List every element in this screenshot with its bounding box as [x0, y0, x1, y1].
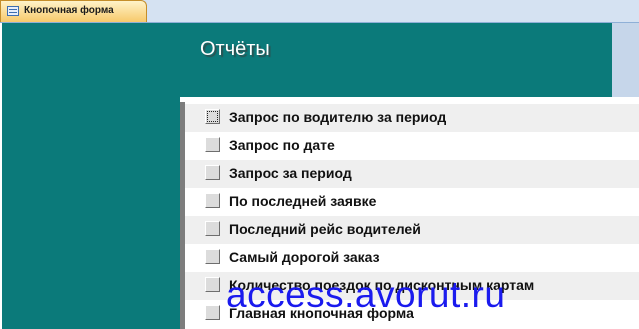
menu-item-label[interactable]: Последний рейс водителей: [229, 221, 421, 237]
watermark: access.avorut.ru: [226, 274, 506, 315]
menu-item-button[interactable]: [205, 109, 220, 124]
form-title: Отчёты: [200, 38, 270, 60]
menu-item-button[interactable]: [205, 249, 220, 264]
menu-item-label[interactable]: Самый дорогой заказ: [229, 249, 380, 265]
menu-item-last-request[interactable]: По последней заявке: [185, 188, 639, 216]
form-tab[interactable]: Кнопочная форма: [0, 0, 147, 22]
document-tab-strip: Кнопочная форма: [0, 0, 639, 23]
menu-item-label[interactable]: Запрос по водителю за период: [229, 109, 446, 125]
menu-item-driver-period[interactable]: Запрос по водителю за период: [185, 104, 639, 132]
menu-item-period[interactable]: Запрос за период: [185, 160, 639, 188]
menu-item-button[interactable]: [205, 305, 220, 320]
form-tab-label: Кнопочная форма: [24, 5, 114, 16]
menu-item-by-date[interactable]: Запрос по дате: [185, 132, 639, 160]
menu-item-button[interactable]: [205, 193, 220, 208]
menu-item-most-expensive[interactable]: Самый дорогой заказ: [185, 244, 639, 272]
header-edge: [612, 23, 639, 97]
menu-item-last-trip[interactable]: Последний рейс водителей: [185, 216, 639, 244]
form-icon: [7, 6, 19, 16]
menu-item-label[interactable]: Запрос за период: [229, 165, 352, 181]
menu-item-label[interactable]: Запрос по дате: [229, 137, 335, 153]
menu-item-button[interactable]: [205, 137, 220, 152]
form-header: [2, 23, 612, 97]
menu-item-button[interactable]: [205, 277, 220, 292]
left-panel: [2, 97, 180, 329]
menu-item-button[interactable]: [205, 221, 220, 236]
menu-item-label[interactable]: По последней заявке: [229, 193, 376, 209]
menu-item-button[interactable]: [205, 165, 220, 180]
